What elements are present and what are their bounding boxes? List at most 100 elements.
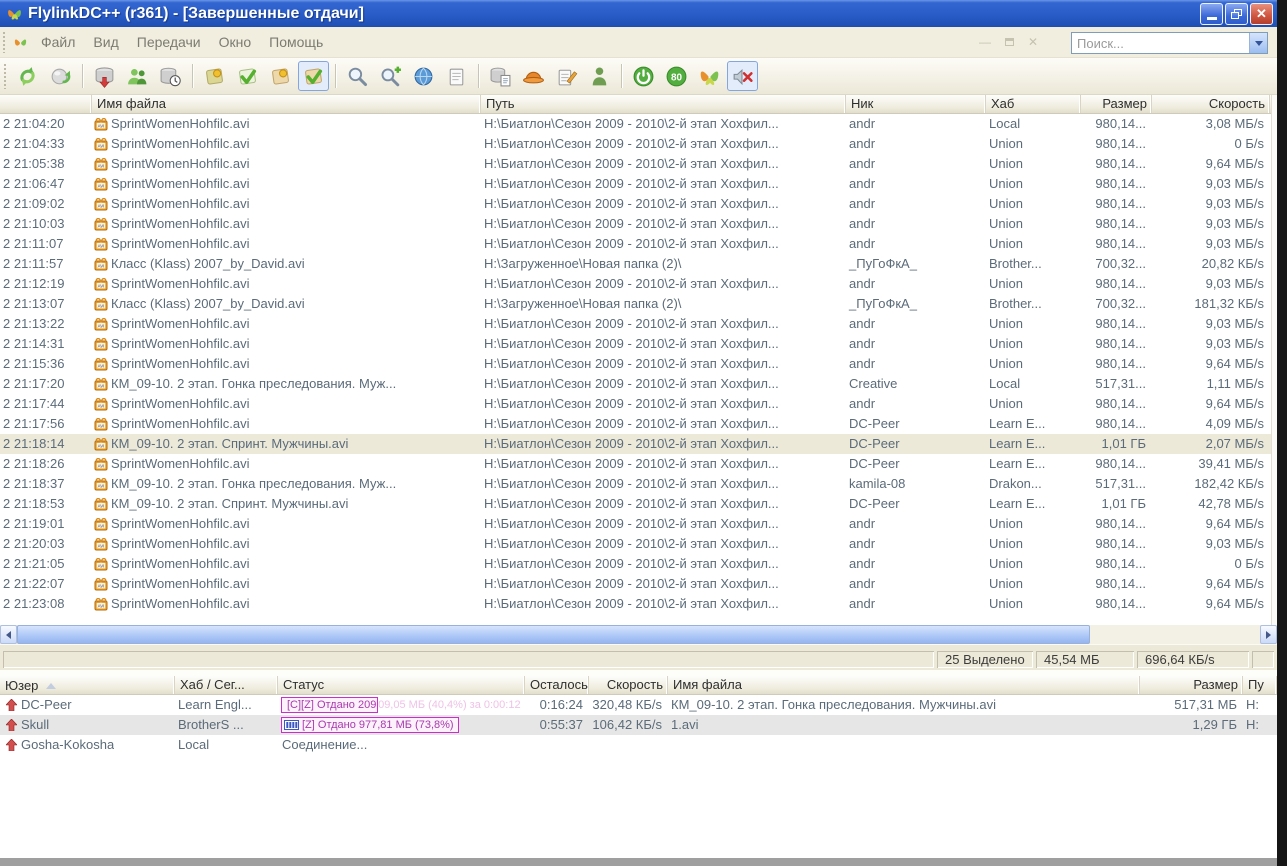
- refresh-icon[interactable]: [12, 61, 43, 91]
- cell-filename: AVISprintWomenHohfilc.avi: [92, 554, 481, 574]
- upload-row[interactable]: 2 21:14:31AVISprintWomenHohfilc.aviH:\Би…: [0, 334, 1277, 354]
- upload-row[interactable]: 2 21:18:37AVIКМ_09-10. 2 этап. Гонка пре…: [0, 474, 1277, 494]
- transfer-row[interactable]: SkullBrotherS ...[Z] Отдано 977,81 МБ (7…: [0, 715, 1277, 735]
- upload-row[interactable]: 2 21:10:03AVISprintWomenHohfilc.aviH:\Би…: [0, 214, 1277, 234]
- upload-row[interactable]: 2 21:11:07AVISprintWomenHohfilc.aviH:\Би…: [0, 234, 1277, 254]
- cell-size: 980,14...: [1081, 514, 1152, 534]
- upload-row[interactable]: 2 21:15:36AVISprintWomenHohfilc.aviH:\Би…: [0, 354, 1277, 374]
- finished-downloads-icon[interactable]: [265, 61, 296, 91]
- settings-icon[interactable]: [518, 61, 549, 91]
- uploads-column-header-time[interactable]: [0, 95, 92, 113]
- menu-item-файл[interactable]: Файл: [32, 29, 84, 55]
- away-icon[interactable]: [584, 61, 615, 91]
- restore-button[interactable]: [1225, 3, 1248, 25]
- open-filelist-icon[interactable]: [485, 61, 516, 91]
- upload-row[interactable]: 2 21:12:19AVISprintWomenHohfilc.aviH:\Би…: [0, 274, 1277, 294]
- upload-row[interactable]: 2 21:19:01AVISprintWomenHohfilc.aviH:\Би…: [0, 514, 1277, 534]
- scroll-left-button[interactable]: [0, 625, 17, 644]
- mdi-close-button[interactable]: ✕: [1023, 33, 1043, 51]
- shutdown-icon[interactable]: [628, 61, 659, 91]
- notepad-icon[interactable]: [441, 61, 472, 91]
- uploads-column-header-Размер[interactable]: Размер: [1081, 95, 1152, 113]
- cell-time: 2 21:18:26: [0, 454, 92, 474]
- upload-row[interactable]: 2 21:21:05AVISprintWomenHohfilc.aviH:\Би…: [0, 554, 1277, 574]
- menu-item-помощь[interactable]: Помощь: [260, 29, 332, 55]
- titlebar[interactable]: FlylinkDC++ (r361) - [Завершенные отдачи…: [0, 0, 1277, 27]
- upload-row[interactable]: 2 21:11:57AVIКласс (Klass) 2007_by_David…: [0, 254, 1277, 274]
- upload-row[interactable]: 2 21:13:22AVISprintWomenHohfilc.aviH:\Би…: [0, 314, 1277, 334]
- search-combobox[interactable]: Поиск...: [1071, 32, 1268, 54]
- notes-icon[interactable]: [551, 61, 582, 91]
- favorite-users-icon[interactable]: [122, 61, 153, 91]
- uploads-column-header-Путь[interactable]: Путь: [481, 95, 846, 113]
- transfer-row[interactable]: DC-PeerLearn Engl...[C][Z] Отдано 209,05…: [0, 695, 1277, 715]
- upload-row[interactable]: 2 21:18:53AVIКМ_09-10. 2 этап. Спринт. М…: [0, 494, 1277, 514]
- toolbar-grip[interactable]: [3, 63, 8, 89]
- minimize-button[interactable]: [1200, 3, 1223, 25]
- window-title: FlylinkDC++ (r361) - [Завершенные отдачи…: [28, 5, 364, 23]
- scrollbar-thumb[interactable]: [17, 625, 1090, 644]
- upload-row[interactable]: 2 21:18:14AVIКМ_09-10. 2 этап. Спринт. М…: [0, 434, 1277, 454]
- transfers-column-header-Хаб / Сег...[interactable]: Хаб / Сег...: [175, 676, 278, 694]
- cell-size: 980,14...: [1081, 194, 1152, 214]
- cell-nick: _ПуГоФкА_: [846, 254, 986, 274]
- svg-text:AVI: AVI: [98, 323, 105, 328]
- cell-path: H:\Биатлон\Сезон 2009 - 2010\2-й этап Хо…: [481, 594, 846, 614]
- transfers-column-header-Скорость[interactable]: Скорость: [589, 676, 668, 694]
- adl-search-icon[interactable]: [375, 61, 406, 91]
- uploads-column-header-Скорость[interactable]: Скорость: [1152, 95, 1270, 113]
- cell-path: H:\Биатлон\Сезон 2009 - 2010\2-й этап Хо…: [481, 114, 846, 134]
- cell-speed: 9,03 МБ/s: [1152, 174, 1270, 194]
- cell-hub: Union: [986, 554, 1081, 574]
- finished-uploads-icon[interactable]: [298, 61, 329, 91]
- upload-row[interactable]: 2 21:17:56AVISprintWomenHohfilc.aviH:\Би…: [0, 414, 1277, 434]
- flylink-icon[interactable]: [694, 61, 725, 91]
- download-queue-icon[interactable]: [89, 61, 120, 91]
- public-hubs-icon[interactable]: [232, 61, 263, 91]
- limit-80-icon[interactable]: 80: [661, 61, 692, 91]
- transfers-column-header-Юзер[interactable]: Юзер: [0, 676, 175, 694]
- upload-row[interactable]: 2 21:04:20AVISprintWomenHohfilc.aviH:\Би…: [0, 114, 1277, 134]
- transfers-column-header-Имя файла[interactable]: Имя файла: [668, 676, 1140, 694]
- menu-item-передачи[interactable]: Передачи: [128, 29, 210, 55]
- search-spy-icon[interactable]: [408, 61, 439, 91]
- uploads-column-header-Имя файла[interactable]: Имя файла: [92, 95, 481, 113]
- transfers-column-header-Размер[interactable]: Размер: [1140, 676, 1243, 694]
- search-icon[interactable]: [342, 61, 373, 91]
- upload-row[interactable]: 2 21:20:03AVISprintWomenHohfilc.aviH:\Би…: [0, 534, 1277, 554]
- menu-item-окно[interactable]: Окно: [210, 29, 261, 55]
- uploads-column-header-Ник[interactable]: Ник: [846, 95, 986, 113]
- search-dropdown-button[interactable]: [1249, 33, 1267, 53]
- mdi-minimize-button[interactable]: —: [975, 33, 995, 51]
- transfer-row[interactable]: Gosha-KokoshaLocalСоединение...: [0, 735, 1277, 755]
- vertical-scrollbar[interactable]: [1271, 95, 1277, 625]
- upload-row[interactable]: 2 21:17:20AVIКМ_09-10. 2 этап. Гонка пре…: [0, 374, 1277, 394]
- cell-filename: AVISprintWomenHohfilc.avi: [92, 174, 481, 194]
- cell-nick: andr: [846, 134, 986, 154]
- favorite-hubs-icon[interactable]: [199, 61, 230, 91]
- close-button[interactable]: ✕: [1250, 3, 1273, 25]
- menu-item-вид[interactable]: Вид: [84, 29, 127, 55]
- cell-nick: andr: [846, 334, 986, 354]
- upload-row[interactable]: 2 21:09:02AVISprintWomenHohfilc.aviH:\Би…: [0, 194, 1277, 214]
- transfers-column-header-Осталось[interactable]: Осталось: [525, 676, 589, 694]
- scroll-right-button[interactable]: [1260, 625, 1277, 644]
- reconnect-icon[interactable]: [45, 61, 76, 91]
- upload-row[interactable]: 2 21:18:26AVISprintWomenHohfilc.aviH:\Би…: [0, 454, 1277, 474]
- upload-row[interactable]: 2 21:05:38AVISprintWomenHohfilc.aviH:\Би…: [0, 154, 1277, 174]
- horizontal-scrollbar[interactable]: [0, 625, 1277, 644]
- transfers-column-header-Пу[interactable]: Пу: [1243, 676, 1277, 694]
- upload-row[interactable]: 2 21:22:07AVISprintWomenHohfilc.aviH:\Би…: [0, 574, 1277, 594]
- upload-row[interactable]: 2 21:23:08AVISprintWomenHohfilc.aviH:\Би…: [0, 594, 1277, 614]
- transfers-column-header-Статус[interactable]: Статус: [278, 676, 525, 694]
- upload-row[interactable]: 2 21:04:33AVISprintWomenHohfilc.aviH:\Би…: [0, 134, 1277, 154]
- menubar-grip[interactable]: [2, 31, 7, 53]
- upload-row[interactable]: 2 21:13:07AVIКласс (Klass) 2007_by_David…: [0, 294, 1277, 314]
- upload-row[interactable]: 2 21:17:44AVISprintWomenHohfilc.aviH:\Би…: [0, 394, 1277, 414]
- waiting-users-icon[interactable]: [155, 61, 186, 91]
- upload-row[interactable]: 2 21:06:47AVISprintWomenHohfilc.aviH:\Би…: [0, 174, 1277, 194]
- mdi-restore-button[interactable]: [999, 33, 1019, 51]
- uploads-column-header-Хаб[interactable]: Хаб: [986, 95, 1081, 113]
- mute-icon[interactable]: [727, 61, 758, 91]
- search-input[interactable]: Поиск...: [1072, 33, 1249, 53]
